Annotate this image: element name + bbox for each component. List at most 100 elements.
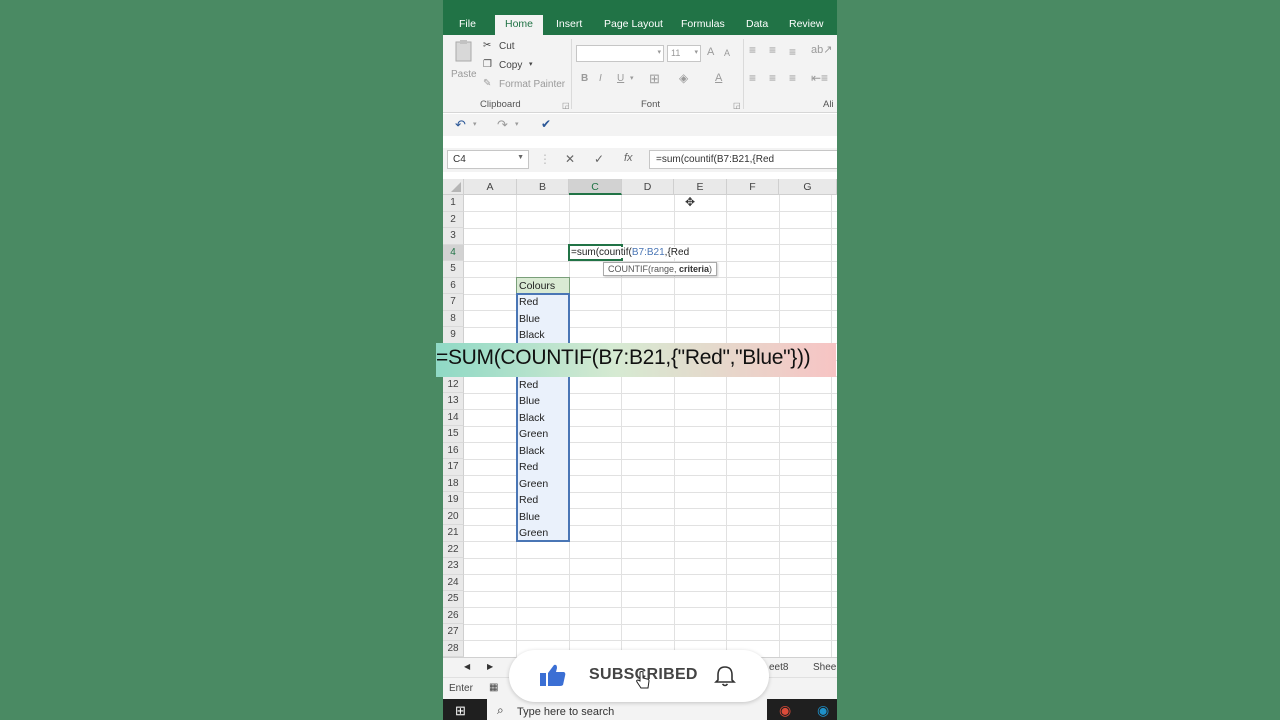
row-header[interactable]: 12 — [443, 376, 464, 393]
column-header-d[interactable]: D — [622, 179, 674, 195]
row-header[interactable]: 5 — [443, 261, 464, 278]
column-header-e[interactable]: E — [674, 179, 727, 195]
row-header[interactable]: 27 — [443, 624, 464, 641]
cell-b19[interactable]: Red — [517, 492, 569, 509]
column-header-g[interactable]: G — [779, 179, 837, 195]
orientation-icon[interactable]: ab↗ — [811, 43, 832, 56]
borders-icon[interactable]: ⊞ — [649, 71, 660, 87]
row-header[interactable]: 8 — [443, 310, 464, 327]
align-bottom-icon[interactable]: ≡ — [789, 45, 796, 59]
sheet-tab-sheet8[interactable]: eet8 — [769, 662, 788, 673]
tab-home[interactable]: Home — [495, 15, 544, 35]
indent-icon[interactable]: ⇤≡ — [811, 71, 828, 85]
cell-b7[interactable]: Red — [517, 294, 569, 311]
paste-button[interactable] — [453, 39, 475, 68]
column-header-c[interactable]: C — [569, 179, 622, 195]
in-cell-editor[interactable]: =sum(countif(B7:B21,{Red — [571, 247, 690, 258]
select-all-corner[interactable] — [443, 179, 464, 195]
font-size-select[interactable]: 11 ▾ — [667, 45, 701, 62]
row-header[interactable]: 15 — [443, 426, 464, 443]
row-header[interactable]: 22 — [443, 541, 464, 558]
column-header-a[interactable]: A — [464, 179, 517, 195]
row-header[interactable]: 25 — [443, 591, 464, 608]
bell-icon[interactable] — [713, 664, 737, 688]
row-header[interactable]: 14 — [443, 409, 464, 426]
grow-font-button[interactable]: A — [707, 46, 714, 58]
cell-b9[interactable]: Black — [517, 327, 569, 344]
tab-file[interactable]: File — [459, 18, 476, 30]
row-header[interactable]: 19 — [443, 492, 464, 509]
bold-button[interactable]: B — [581, 73, 588, 84]
chevron-down-icon[interactable]: ▾ — [515, 120, 519, 128]
align-right-icon[interactable]: ≡ — [789, 71, 796, 85]
cell-b14[interactable]: Black — [517, 409, 569, 426]
cell-b15[interactable]: Green — [517, 426, 569, 443]
insert-function-button[interactable]: fx — [624, 152, 633, 164]
taskbar-search-box[interactable]: ⌕ Type here to search — [487, 699, 767, 720]
scroll-left-icon[interactable]: ◀ — [464, 662, 470, 671]
cell-b18[interactable]: Green — [517, 475, 569, 492]
redo-icon[interactable]: ↷ — [497, 117, 508, 133]
column-header-f[interactable]: F — [727, 179, 779, 195]
font-name-select[interactable]: ▾ — [576, 45, 664, 62]
function-tooltip[interactable]: COUNTIF(range, criteria) — [603, 262, 718, 276]
tab-insert[interactable]: Insert — [556, 18, 582, 30]
shrink-font-button[interactable]: A — [724, 48, 730, 58]
cell-b12[interactable]: Red — [517, 376, 569, 393]
clipboard-dialog-launcher-icon[interactable]: ◲ — [562, 101, 570, 110]
windows-start-icon[interactable]: ⊞ — [455, 703, 466, 719]
chevron-down-icon[interactable]: ▾ — [630, 74, 634, 82]
undo-icon[interactable]: ↶ — [455, 117, 466, 133]
column-header-b[interactable]: B — [517, 179, 569, 195]
cell-b21[interactable]: Green — [517, 525, 569, 542]
row-header[interactable]: 13 — [443, 393, 464, 410]
cell-b8[interactable]: Blue — [517, 310, 569, 327]
formula-input[interactable]: =sum(countif(B7:B21,{Red — [649, 150, 837, 169]
cell-grid[interactable]: Colours Red Blue Black Red Blue Black Gr… — [464, 195, 837, 657]
copy-button[interactable]: Copy — [499, 60, 522, 71]
cell-b20[interactable]: Blue — [517, 508, 569, 525]
font-dialog-launcher-icon[interactable]: ◲ — [733, 101, 741, 110]
row-header[interactable]: 20 — [443, 508, 464, 525]
row-header[interactable]: 26 — [443, 607, 464, 624]
cancel-entry-button[interactable]: ✕ — [565, 152, 575, 166]
row-header[interactable]: 28 — [443, 640, 464, 657]
row-header[interactable]: 23 — [443, 558, 464, 575]
thumbs-up-icon[interactable] — [539, 662, 567, 688]
align-left-icon[interactable]: ≡ — [749, 71, 756, 85]
tab-page-layout[interactable]: Page Layout — [604, 18, 663, 30]
cell-b16[interactable]: Black — [517, 442, 569, 459]
tab-formulas[interactable]: Formulas — [681, 18, 725, 30]
macro-record-icon[interactable]: ▦ — [489, 682, 498, 693]
row-header[interactable]: 4 — [443, 244, 464, 261]
confirm-entry-button[interactable]: ✓ — [594, 152, 604, 166]
sheet-tab-next[interactable]: Shee — [813, 662, 836, 673]
name-box[interactable]: C4 ▼ — [447, 150, 529, 169]
cell-b13[interactable]: Blue — [517, 393, 569, 410]
tab-review[interactable]: Review — [789, 18, 823, 30]
italic-button[interactable]: I — [599, 73, 602, 84]
tab-data[interactable]: Data — [746, 18, 768, 30]
row-header[interactable]: 6 — [443, 277, 464, 294]
align-top-icon[interactable]: ≡ — [749, 43, 756, 57]
row-header[interactable]: 9 — [443, 327, 464, 344]
cut-button[interactable]: Cut — [499, 41, 515, 52]
chrome-icon[interactable]: ◉ — [779, 702, 791, 719]
row-header[interactable]: 3 — [443, 228, 464, 245]
row-header[interactable]: 1 — [443, 195, 464, 212]
font-color-button[interactable]: A — [715, 72, 722, 84]
edge-icon[interactable]: ◉ — [817, 702, 829, 719]
row-header[interactable]: 21 — [443, 525, 464, 542]
align-middle-icon[interactable]: ≡ — [769, 43, 776, 57]
row-header[interactable]: 2 — [443, 211, 464, 228]
spelling-check-icon[interactable]: ✔ — [541, 117, 551, 131]
fill-color-icon[interactable]: ◈ — [679, 71, 688, 85]
row-header[interactable]: 24 — [443, 574, 464, 591]
underline-button[interactable]: U — [617, 73, 624, 84]
scroll-right-icon[interactable]: ▶ — [487, 662, 493, 671]
row-header[interactable]: 17 — [443, 459, 464, 476]
row-header[interactable]: 18 — [443, 475, 464, 492]
cell-b17[interactable]: Red — [517, 459, 569, 476]
format-painter-button[interactable]: Format Painter — [499, 79, 565, 90]
cell-b6[interactable]: Colours — [517, 277, 569, 294]
